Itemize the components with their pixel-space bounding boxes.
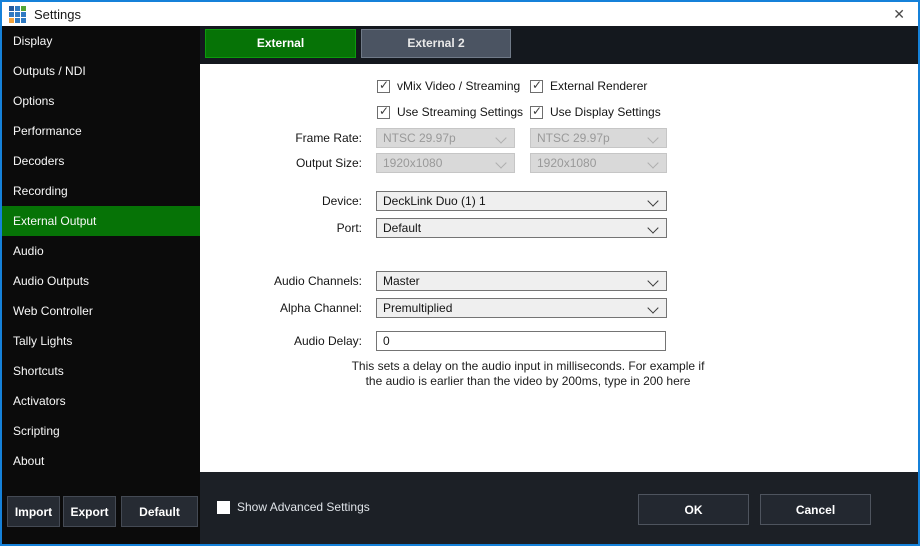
checkbox-label: vMix Video / Streaming [397, 79, 520, 93]
checked-checkbox-icon [530, 80, 543, 93]
checkbox-label: External Renderer [550, 79, 647, 93]
sidebar-item-about[interactable]: About [2, 446, 200, 476]
show-advanced-settings-label: Show Advanced Settings [237, 500, 370, 514]
frame-rate-value-2: NTSC 29.97p [537, 131, 610, 145]
port-select[interactable]: Default [376, 218, 667, 238]
output-size-select-1: 1920x1080 [376, 153, 515, 173]
chevron-down-icon [647, 222, 658, 233]
chevron-down-icon [647, 132, 658, 143]
frame-rate-label: Frame Rate: [200, 128, 362, 148]
sidebar-item-external-output[interactable]: External Output [2, 206, 200, 236]
chevron-down-icon [647, 302, 658, 313]
sidebar-item-scripting[interactable]: Scripting [2, 416, 200, 446]
checked-checkbox-icon [377, 106, 390, 119]
checkbox-vmix-video-streaming[interactable]: vMix Video / Streaming [377, 79, 520, 93]
output-size-value-1: 1920x1080 [383, 156, 442, 170]
checkbox-label: Use Display Settings [550, 105, 661, 119]
audio-delay-label: Audio Delay: [200, 331, 362, 351]
external-output-panel: vMix Video / Streaming External Renderer… [200, 64, 918, 472]
output-size-value-2: 1920x1080 [537, 156, 596, 170]
output-size-select-2: 1920x1080 [530, 153, 667, 173]
sidebar-item-audio-outputs[interactable]: Audio Outputs [2, 266, 200, 296]
sidebar-item-recording[interactable]: Recording [2, 176, 200, 206]
checkbox-label: Use Streaming Settings [397, 105, 523, 119]
chevron-down-icon [647, 157, 658, 168]
footer-bar: Show Advanced Settings OK Cancel [200, 472, 918, 544]
ok-button[interactable]: OK [638, 494, 749, 525]
sidebar-item-options[interactable]: Options [2, 86, 200, 116]
audio-channels-label: Audio Channels: [200, 271, 362, 291]
sidebar-item-web-controller[interactable]: Web Controller [2, 296, 200, 326]
default-button[interactable]: Default [121, 496, 198, 527]
window-title: Settings [34, 7, 81, 22]
sidebar: Display Outputs / NDI Options Performanc… [2, 26, 200, 544]
frame-rate-value-1: NTSC 29.97p [383, 131, 456, 145]
port-label: Port: [200, 218, 362, 238]
sidebar-item-shortcuts[interactable]: Shortcuts [2, 356, 200, 386]
audio-delay-help-text: This sets a delay on the audio input in … [330, 359, 726, 389]
tab-external[interactable]: External [205, 29, 356, 58]
frame-rate-select-1: NTSC 29.97p [376, 128, 515, 148]
audio-channels-select[interactable]: Master [376, 271, 667, 291]
output-size-label: Output Size: [200, 153, 362, 173]
chevron-down-icon [495, 132, 506, 143]
audio-delay-input[interactable] [376, 331, 666, 351]
checkbox-use-streaming-settings[interactable]: Use Streaming Settings [377, 105, 523, 119]
checkbox-use-display-settings[interactable]: Use Display Settings [530, 105, 661, 119]
audio-channels-value: Master [383, 274, 420, 288]
tab-bar: External External 2 [200, 26, 918, 64]
sidebar-item-decoders[interactable]: Decoders [2, 146, 200, 176]
show-advanced-settings-checkbox[interactable]: Show Advanced Settings [217, 500, 370, 514]
checkbox-external-renderer[interactable]: External Renderer [530, 79, 647, 93]
alpha-channel-select[interactable]: Premultiplied [376, 298, 667, 318]
chevron-down-icon [495, 157, 506, 168]
settings-window: Settings ✕ Display Outputs / NDI Options… [0, 0, 920, 546]
sidebar-item-tally-lights[interactable]: Tally Lights [2, 326, 200, 356]
alpha-channel-label: Alpha Channel: [200, 298, 362, 318]
device-value: DeckLink Duo (1) 1 [383, 194, 486, 208]
sidebar-item-audio[interactable]: Audio [2, 236, 200, 266]
sidebar-item-performance[interactable]: Performance [2, 116, 200, 146]
sidebar-item-display[interactable]: Display [2, 26, 200, 56]
unchecked-checkbox-icon [217, 501, 230, 514]
chevron-down-icon [647, 195, 658, 206]
title-bar: Settings ✕ [2, 2, 918, 26]
sidebar-item-outputs-ndi[interactable]: Outputs / NDI [2, 56, 200, 86]
cancel-button[interactable]: Cancel [760, 494, 871, 525]
device-select[interactable]: DeckLink Duo (1) 1 [376, 191, 667, 211]
device-label: Device: [200, 191, 362, 211]
alpha-channel-value: Premultiplied [383, 301, 452, 315]
export-button[interactable]: Export [63, 496, 116, 527]
tab-external-2[interactable]: External 2 [361, 29, 511, 58]
chevron-down-icon [647, 275, 658, 286]
checked-checkbox-icon [377, 80, 390, 93]
import-button[interactable]: Import [7, 496, 60, 527]
checked-checkbox-icon [530, 106, 543, 119]
vmix-logo-icon [9, 6, 26, 23]
close-icon[interactable]: ✕ [893, 5, 905, 23]
frame-rate-select-2: NTSC 29.97p [530, 128, 667, 148]
sidebar-item-activators[interactable]: Activators [2, 386, 200, 416]
port-value: Default [383, 221, 421, 235]
